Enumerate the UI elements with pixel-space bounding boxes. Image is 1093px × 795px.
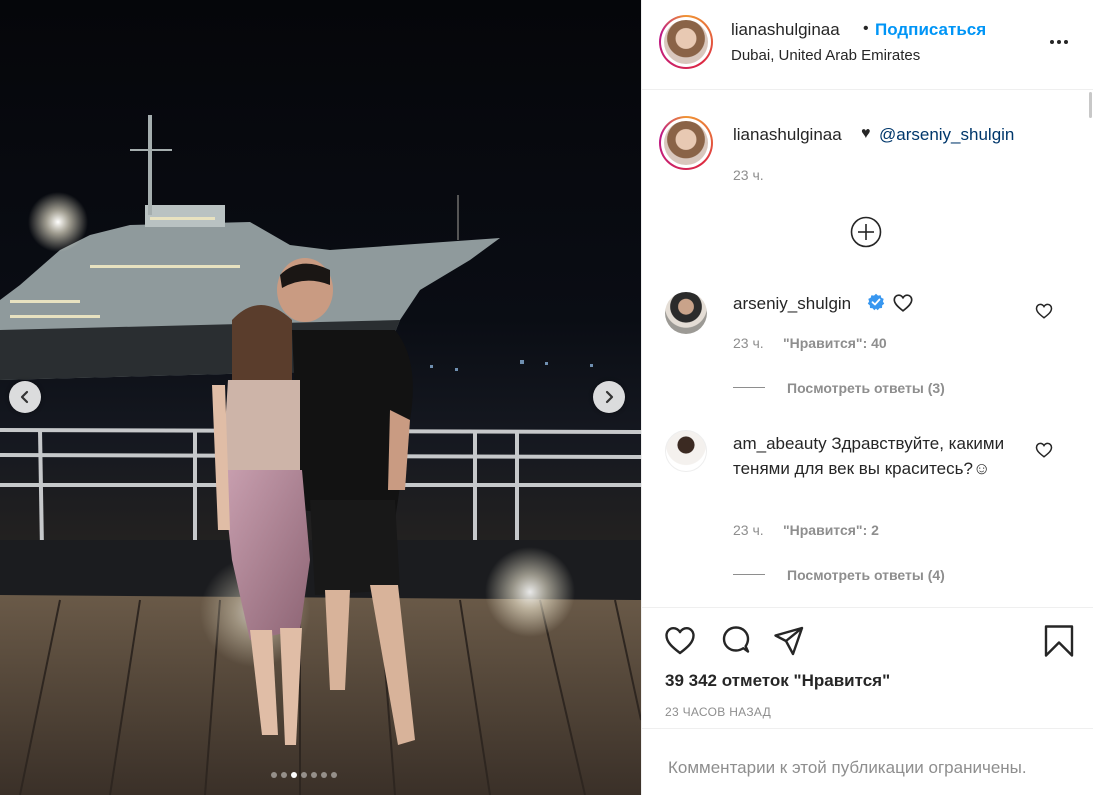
view-replies-button[interactable]: Посмотреть ответы (4) [787,567,945,583]
comment-time[interactable]: 23 ч. [733,522,764,538]
comment-time[interactable]: 23 ч. [733,335,764,351]
comment-avatar[interactable] [665,292,707,334]
author-avatar[interactable] [659,15,713,69]
post-header: lianashulginaa • Подписаться Dubai, Unit… [642,0,1093,90]
next-photo-button[interactable] [593,381,625,413]
carousel-indicator [271,772,337,778]
comments-restricted-notice: Комментарии к этой публикации ограничены… [668,758,1027,777]
carousel-dot [321,772,327,778]
author-username[interactable]: lianashulginaa [731,20,840,40]
carousel-dot [311,772,317,778]
comment-like-heart-icon[interactable] [1035,302,1053,320]
replies-divider [733,574,765,575]
post-panel: lianashulginaa • Подписаться Dubai, Unit… [641,0,1093,795]
photo-scene [0,115,641,795]
scrollbar-thumb[interactable] [1089,92,1092,118]
actions-divider [642,607,1093,608]
verified-badge-icon [867,293,885,311]
share-send-icon[interactable] [772,624,806,658]
caption-username[interactable]: lianashulginaa [733,125,842,145]
comment-likes-link[interactable]: "Нравится": 2 [783,522,879,538]
chevron-left-icon [20,390,29,404]
comment-likes-link[interactable]: "Нравится": 40 [783,335,887,351]
comment-avatar[interactable] [665,430,707,472]
view-replies-button[interactable]: Посмотреть ответы (3) [787,380,945,396]
carousel-dot [291,772,297,778]
like-heart-icon[interactable] [663,624,697,658]
location-link[interactable]: Dubai, United Arab Emirates [731,47,920,64]
replies-divider [733,387,765,388]
comment-username[interactable]: am_abeauty [733,434,827,453]
comment-username[interactable]: arseniy_shulgin [733,294,851,314]
separator-dot: • [863,20,869,37]
post-timestamp[interactable]: 23 ЧАСОВ НАЗАД [665,705,771,719]
comment-bubble-icon[interactable] [719,624,753,658]
load-more-comments-icon[interactable] [849,215,883,249]
caption-heart: ♥ [861,125,871,142]
carousel-dot [301,772,307,778]
post-photo[interactable] [0,0,641,795]
follow-button[interactable]: Подписаться [875,20,986,40]
comment-body: am_abeauty Здравствуйте, какими тенями д… [733,431,1033,481]
more-options-icon[interactable] [1047,30,1071,54]
carousel-dot [281,772,287,778]
save-bookmark-icon[interactable] [1042,624,1076,658]
previous-photo-button[interactable] [9,381,41,413]
likes-count[interactable]: 39 342 отметок "Нравится" [665,671,890,691]
white-heart-emoji-icon [893,294,913,312]
carousel-dot [331,772,337,778]
caption-mention-link[interactable]: @arseniy_shulgin [879,125,1014,145]
carousel-dot [271,772,277,778]
comment-like-heart-icon[interactable] [1035,441,1053,459]
caption-time[interactable]: 23 ч. [733,167,764,183]
footer-divider [642,728,1093,729]
caption-avatar[interactable] [659,116,713,170]
chevron-right-icon [605,390,614,404]
